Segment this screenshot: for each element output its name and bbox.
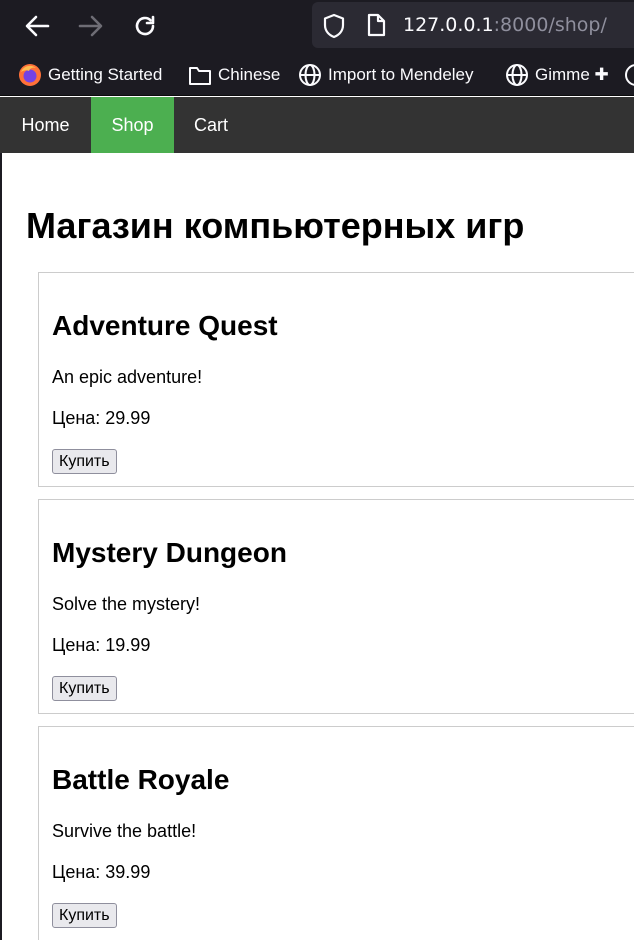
product-price: Цена: 19.99: [52, 635, 151, 655]
bookmark-overflow[interactable]: [624, 62, 634, 88]
bookmark-chinese[interactable]: Chinese: [188, 62, 280, 88]
bookmark-getting-started[interactable]: Getting Started: [18, 62, 162, 88]
shield-icon: [323, 13, 345, 39]
buy-button[interactable]: Купить: [52, 903, 117, 928]
product-description: Survive the battle!: [52, 821, 197, 841]
nav-home[interactable]: Home: [0, 97, 91, 153]
globe-icon: [298, 63, 322, 87]
buy-button[interactable]: Купить: [52, 449, 117, 474]
bookmark-import-to-mendeley[interactable]: Import to Mendeley: [298, 62, 474, 88]
product-name: Mystery Dungeon: [52, 537, 287, 568]
url-text[interactable]: 127.0.0.1:8000/shop/: [403, 14, 607, 36]
product-description: An epic adventure!: [52, 367, 203, 387]
browser-toolbar: 127.0.0.1:8000/shop/: [0, 0, 634, 52]
firefox-icon: [18, 63, 42, 87]
bookmark-label: Getting Started: [48, 65, 163, 84]
forward-button[interactable]: [71, 6, 111, 46]
product-card: Adventure Quest An epic adventure! Цена:…: [38, 272, 634, 487]
nav-cart[interactable]: Cart: [174, 97, 248, 153]
folder-icon: [188, 63, 212, 87]
buy-button[interactable]: Купить: [52, 676, 117, 701]
main-content: Магазин компьютерных игр Adventure Quest…: [0, 153, 634, 940]
globe-icon: [505, 63, 529, 87]
reload-button[interactable]: [125, 6, 165, 46]
bookmarks-bar: Getting Started Chinese Import to Mendel…: [0, 52, 634, 96]
url-bar[interactable]: 127.0.0.1:8000/shop/: [312, 2, 634, 48]
product-card: Battle Royale Survive the battle! Цена: …: [38, 726, 634, 940]
product-card: Mystery Dungeon Solve the mystery! Цена:…: [38, 499, 634, 714]
product-price: Цена: 39.99: [52, 862, 151, 882]
product-name: Battle Royale: [52, 764, 230, 795]
site-nav: Home Shop Cart: [0, 97, 634, 153]
back-button[interactable]: [17, 6, 57, 46]
forward-arrow-icon: [78, 15, 103, 37]
product-price: Цена: 29.99: [52, 408, 151, 428]
url-path: :8000/shop/: [493, 14, 607, 36]
reload-icon: [135, 15, 155, 36]
product-description: Solve the mystery!: [52, 594, 201, 614]
bookmark-gimme[interactable]: Gimme ✚: [505, 62, 609, 88]
bookmark-label: Chinese: [218, 65, 281, 84]
bookmark-label: Gimme ✚: [535, 65, 609, 84]
back-arrow-icon: [25, 15, 50, 37]
url-host: 127.0.0.1: [403, 14, 494, 36]
product-name: Adventure Quest: [52, 310, 278, 341]
page-icon: [367, 13, 386, 37]
page-title: Магазин компьютерных игр: [26, 205, 525, 246]
globe-icon: [624, 63, 634, 87]
bookmark-label: Import to Mendeley: [328, 65, 474, 84]
nav-shop[interactable]: Shop: [91, 97, 174, 153]
